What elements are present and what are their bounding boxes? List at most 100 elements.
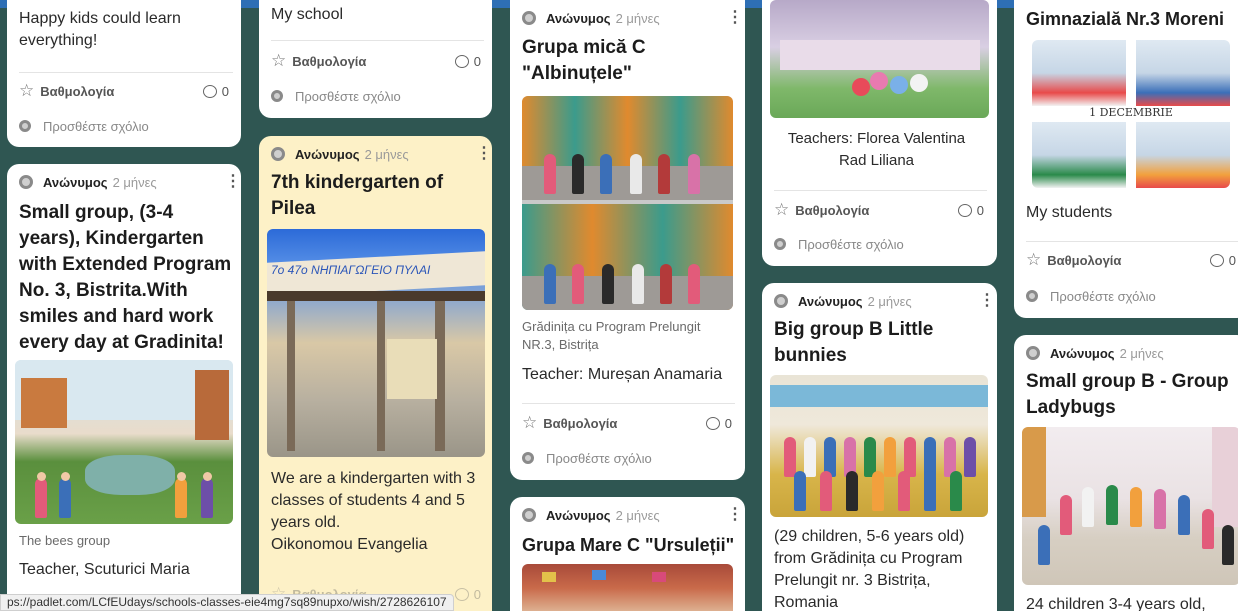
comment-button[interactable]: 0 — [705, 415, 732, 431]
comment-count: 0 — [1228, 252, 1236, 268]
more-options-icon[interactable]: ⋮ — [979, 293, 995, 309]
post-actions: ☆ Βαθμολογία 0 — [522, 412, 732, 434]
post-time: 2 μήνες — [867, 293, 912, 309]
post-text: 24 children 3-4 years old, — [1026, 596, 1206, 611]
post-time: 2 μήνες — [1119, 345, 1164, 361]
rating-button[interactable]: Βαθμολογία — [543, 416, 617, 431]
avatar — [522, 11, 536, 25]
more-options-icon[interactable]: ⋮ — [476, 146, 492, 162]
avatar — [774, 294, 788, 308]
post-text: Teacher: Mureșan Anamaria — [522, 366, 723, 383]
post-author-text: Oikonomou Evangelia — [271, 536, 428, 553]
star-icon[interactable]: ☆ — [774, 200, 789, 220]
post-image — [522, 564, 733, 611]
post-title: 7th kindergarten of Pilea — [271, 172, 444, 219]
collage-label: 1 DECEMBRIE — [1089, 106, 1173, 119]
comment-button[interactable]: 0 — [957, 202, 984, 218]
post-title: Small group, (3-4 years), Kindergarten w… — [19, 202, 232, 353]
post-image — [1022, 427, 1238, 585]
more-options-icon[interactable]: ⋮ — [727, 507, 743, 523]
post-time: 2 μήνες — [364, 146, 409, 162]
star-icon[interactable]: ☆ — [522, 413, 537, 433]
avatar — [271, 90, 283, 102]
add-comment[interactable]: Προσθέστε σχόλιο — [19, 116, 149, 136]
post-actions: ☆ Βαθμολογία 0 — [19, 80, 229, 102]
avatar — [19, 175, 33, 189]
post-header: Ανώνυμος 2 μήνες ⋮ — [522, 504, 743, 526]
add-comment[interactable]: Προσθέστε σχόλιο — [1026, 286, 1156, 306]
comment-count: 0 — [473, 53, 481, 69]
image-caption: Grădinița cu Program Prelungit NR.3, Bis… — [522, 319, 701, 352]
post-card-small-group[interactable]: Ανώνυμος 2 μήνες ⋮ Small group, (3-4 yea… — [7, 164, 241, 611]
post-text: My students — [1026, 204, 1113, 221]
comment-button[interactable]: 0 — [202, 84, 229, 99]
post-time: 2 μήνες — [112, 174, 157, 190]
post-image — [522, 96, 733, 310]
divider — [522, 403, 735, 404]
school-banner-text: 7ο 47ο ΝΗΠΙΑΓΩΓΕΙΟ ΠΥΛΑΙ — [271, 263, 431, 277]
avatar — [774, 238, 786, 250]
add-comment-label: Προσθέστε σχόλιο — [43, 118, 149, 134]
post-image: 7ο 47ο ΝΗΠΙΑΓΩΓΕΙΟ ΠΥΛΑΙ — [267, 229, 485, 457]
comment-count: 0 — [976, 202, 984, 218]
comment-icon — [957, 203, 972, 217]
more-options-icon[interactable]: ⋮ — [225, 174, 241, 190]
post-text: Teacher, Scuturici Maria — [19, 561, 190, 578]
post-image — [770, 0, 989, 118]
post-header: Ανώνυμος 2 μήνες ⋮ — [1026, 342, 1238, 364]
rating-button[interactable]: Βαθμολογία — [1047, 253, 1121, 268]
comment-icon — [1209, 253, 1224, 267]
avatar — [1026, 290, 1038, 302]
post-header: Ανώνυμος 2 μήνες ⋮ — [522, 7, 743, 29]
post-card-pilea[interactable]: Ανώνυμος 2 μήνες ⋮ 7th kindergarten of P… — [259, 136, 492, 611]
image-caption: The bees group — [19, 533, 111, 548]
author-name: Ανώνυμος — [295, 146, 360, 162]
add-comment[interactable]: Προσθέστε σχόλιο — [522, 448, 652, 468]
post-card-little-bunnies[interactable]: Ανώνυμος 2 μήνες ⋮ Big group B Little bu… — [762, 283, 997, 611]
add-comment[interactable]: Προσθέστε σχόλιο — [774, 234, 904, 254]
post-card-happy-kids[interactable]: Happy kids could learn everything! ☆ Βαθ… — [7, 0, 241, 147]
post-card-albinutele[interactable]: Ανώνυμος 2 μήνες ⋮ Grupa mică C "Albinuț… — [510, 0, 745, 480]
post-header: Ανώνυμος 2 μήνες ⋮ — [19, 171, 241, 193]
comment-button[interactable]: 0 — [454, 53, 481, 69]
add-comment[interactable]: Προσθέστε σχόλιο — [271, 86, 401, 106]
author-name: Ανώνυμος — [546, 507, 611, 523]
comment-button[interactable]: 0 — [1209, 252, 1236, 268]
post-card-ursuletii[interactable]: Ανώνυμος 2 μήνες ⋮ Grupa Mare C "Ursuleț… — [510, 497, 745, 611]
post-header: Ανώνυμος 2 μήνες ⋮ — [271, 143, 492, 165]
star-icon[interactable]: ☆ — [19, 81, 34, 101]
avatar — [1026, 346, 1040, 360]
avatar — [522, 452, 534, 464]
divider — [774, 190, 987, 191]
post-title: Big group B Little bunnies — [774, 319, 934, 366]
status-url-bar: ps://padlet.com/LCfEUdays/schools-classe… — [0, 594, 454, 611]
star-icon[interactable]: ☆ — [271, 51, 286, 71]
post-time: 2 μήνες — [615, 10, 660, 26]
comment-icon — [454, 54, 469, 68]
star-icon[interactable]: ☆ — [1026, 250, 1041, 270]
rating-button[interactable]: Βαθμολογία — [292, 54, 366, 69]
rating-button[interactable]: Βαθμολογία — [795, 203, 869, 218]
post-title: Small group B - Group Ladybugs — [1026, 371, 1229, 418]
author-name: Ανώνυμος — [546, 10, 611, 26]
comment-count: 0 — [724, 415, 732, 431]
author-name: Ανώνυμος — [798, 293, 863, 309]
post-title: Grupa Mare C "Ursuleții" — [522, 535, 735, 555]
comment-button[interactable]: 0 — [454, 586, 481, 602]
post-card-teachers[interactable]: Teachers: Florea Valentina Rad Liliana ☆… — [762, 0, 997, 266]
more-options-icon[interactable]: ⋮ — [727, 10, 743, 26]
avatar — [522, 508, 536, 522]
post-actions: ☆ Βαθμολογία 0 — [1026, 249, 1236, 271]
post-card-ladybugs[interactable]: Ανώνυμος 2 μήνες ⋮ Small group B - Group… — [1014, 335, 1238, 611]
divider — [19, 72, 233, 73]
comment-count: 0 — [473, 586, 481, 602]
comment-icon — [454, 587, 469, 601]
add-comment-label: Προσθέστε σχόλιο — [546, 450, 652, 466]
add-comment-label: Προσθέστε σχόλιο — [798, 236, 904, 252]
rating-button[interactable]: Βαθμολογία — [40, 84, 114, 99]
post-card-my-school[interactable]: My school ☆ Βαθμολογία 0 Προσθέστε σχόλι… — [259, 0, 492, 118]
post-card-moreni[interactable]: Gimnazială Nr.3 Moreni 1 DECEMBRIE My st… — [1014, 0, 1238, 318]
post-header: Ανώνυμος 2 μήνες ⋮ — [774, 290, 995, 312]
post-time: 2 μήνες — [615, 507, 660, 523]
avatar — [271, 147, 285, 161]
